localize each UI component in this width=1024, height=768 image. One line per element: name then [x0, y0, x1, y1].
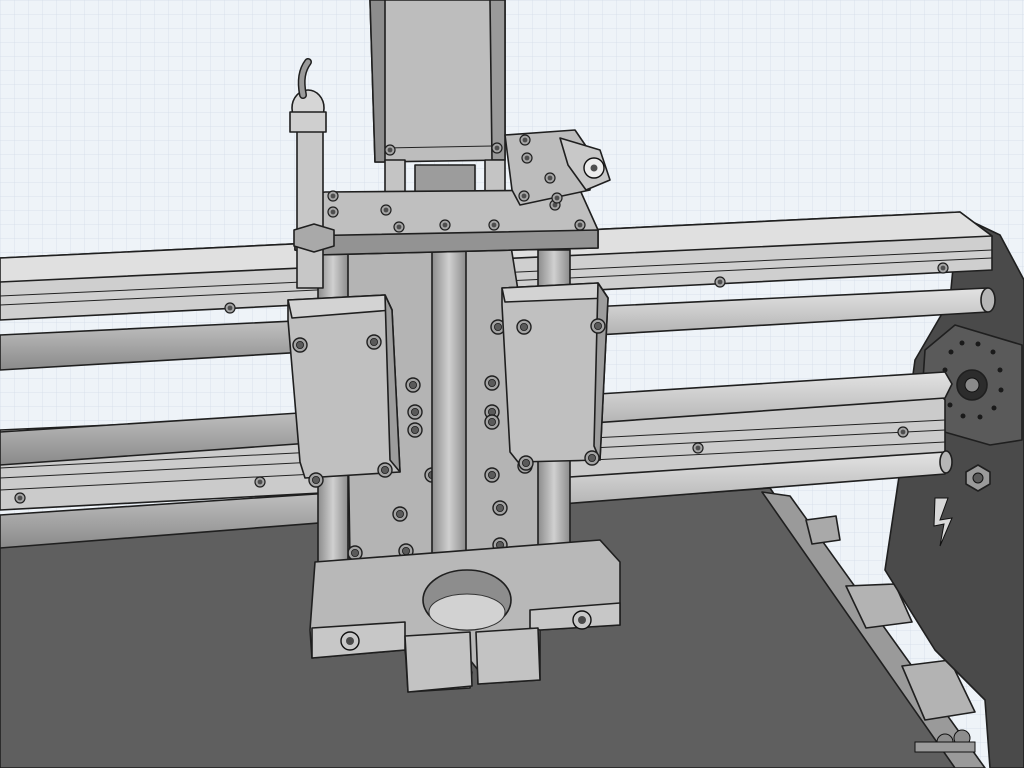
- z-stepper-motor: [369, 0, 506, 163]
- motor-bearing-inner: [964, 377, 980, 393]
- probe-lock-nut: [293, 223, 335, 253]
- bearing-block-right: [501, 282, 609, 463]
- bearing-block-left: [287, 294, 401, 479]
- motor-face-side-right: [489, 0, 506, 161]
- cad-model-render[interactable]: [0, 0, 1024, 768]
- z-lead-screw: [431, 239, 467, 556]
- clamp-jaw-right: [475, 627, 541, 685]
- cad-viewport[interactable]: [0, 0, 1024, 768]
- clamp-jaw-left: [404, 631, 473, 693]
- bed-rail-tab: [805, 515, 841, 545]
- probe-body: [296, 127, 324, 289]
